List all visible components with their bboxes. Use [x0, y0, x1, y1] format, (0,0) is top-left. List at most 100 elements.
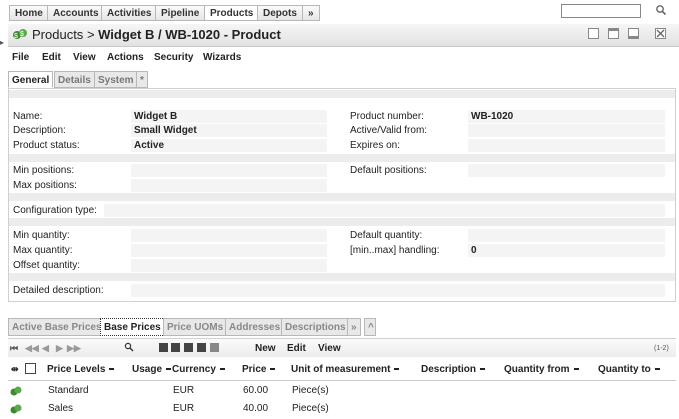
select-all-checkbox[interactable]: [25, 363, 36, 374]
new-button[interactable]: New: [255, 343, 276, 354]
nav-tab-products[interactable]: Products: [204, 5, 260, 21]
menu-wizards[interactable]: Wizards: [203, 52, 241, 63]
prev-page-icon[interactable]: ◀: [42, 343, 49, 354]
product-number-value[interactable]: WB-1020: [471, 111, 513, 122]
min-positions-field[interactable]: [131, 164, 327, 177]
max-positions-field[interactable]: [131, 179, 327, 192]
detailed-desc-label: Detailed description:: [13, 285, 104, 296]
cell-currency: EUR: [173, 403, 195, 414]
minmax-handling-label: [min..max] handling:: [350, 245, 440, 256]
name-value[interactable]: Widget B: [134, 111, 177, 122]
col-quantity-to[interactable]: Quantity to: [598, 364, 660, 375]
col-description[interactable]: Description: [421, 364, 486, 375]
view-button[interactable]: View: [318, 343, 341, 354]
max-positions-label: Max positions:: [13, 180, 77, 191]
price-level-icon: [10, 404, 22, 414]
maximize-window-icon[interactable]: [608, 28, 619, 39]
config-type-field[interactable]: [104, 204, 665, 217]
breadcrumb-separator: >: [86, 27, 95, 42]
max-qty-field[interactable]: [131, 244, 327, 257]
product-icon: $ $: [13, 29, 27, 40]
clear-filter-icon[interactable]: [159, 343, 168, 352]
minimize-window-icon[interactable]: [628, 28, 639, 39]
form-band: [9, 273, 675, 281]
tab-addresses[interactable]: Addresses: [225, 318, 285, 336]
min-qty-label: Min quantity:: [13, 230, 70, 241]
tab-more[interactable]: *: [136, 71, 148, 88]
next-page-icon[interactable]: ▶: [56, 343, 63, 354]
prev-many-icon[interactable]: ◀◀: [25, 343, 39, 354]
form-band: [9, 154, 675, 162]
nav-tab-pipeline[interactable]: Pipeline: [155, 5, 206, 21]
tab-base-prices[interactable]: Base Prices: [100, 318, 165, 336]
status-label: Product status:: [13, 140, 80, 151]
min-qty-field[interactable]: [131, 229, 327, 242]
check-icon[interactable]: [197, 343, 206, 352]
col-currency[interactable]: Currency: [172, 364, 225, 375]
valid-from-label: Active/Valid from:: [350, 125, 428, 136]
col-price[interactable]: Price: [242, 364, 276, 375]
tab-system[interactable]: System: [94, 71, 138, 88]
default-positions-field[interactable]: [468, 164, 665, 177]
form-band: [9, 193, 675, 201]
nav-tab-depots[interactable]: Depots: [257, 5, 303, 21]
detailed-desc-field[interactable]: [131, 284, 665, 297]
tab-general[interactable]: General: [8, 71, 54, 88]
bottom-tabs-more[interactable]: »: [347, 318, 361, 336]
search-icon[interactable]: [124, 342, 134, 352]
offset-qty-field[interactable]: [131, 259, 327, 272]
restore-window-icon[interactable]: [588, 28, 599, 39]
cell-price: 40.00: [243, 403, 269, 414]
nav-tab-home[interactable]: Home: [9, 5, 49, 21]
col-uom[interactable]: Unit of measurement: [291, 364, 400, 375]
expires-field[interactable]: [468, 139, 665, 152]
status-value[interactable]: Active: [134, 140, 164, 151]
cell-uom: Piece(s): [292, 385, 329, 396]
menu-security[interactable]: Security: [154, 52, 193, 63]
max-qty-label: Max quantity:: [13, 245, 73, 256]
bottom-tabs-collapse[interactable]: ^: [364, 318, 376, 336]
tab-price-uoms[interactable]: Price UOMs: [163, 318, 228, 336]
table-row[interactable]: Standard EUR 60.00 Piece(s): [8, 382, 676, 400]
svg-text:$: $: [14, 33, 18, 40]
description-value[interactable]: Small Widget: [134, 125, 197, 136]
breadcrumb-root[interactable]: Products: [32, 27, 83, 42]
column-resize-icon[interactable]: ⇹: [11, 364, 19, 375]
nav-tab-activities[interactable]: Activities: [101, 5, 158, 21]
page-header: $ $ Products > Widget B / WB-1020 - Produ…: [8, 24, 679, 47]
tab-active-base-prices[interactable]: Active Base Prices: [8, 318, 106, 336]
table-row[interactable]: Sales EUR 40.00 Piece(s): [8, 400, 676, 418]
list-icon[interactable]: [210, 343, 219, 352]
default-qty-field[interactable]: [468, 229, 665, 242]
name-label: Name:: [13, 111, 43, 122]
tab-descriptions[interactable]: Descriptions: [281, 318, 350, 336]
minmax-handling-value[interactable]: 0: [471, 245, 477, 256]
first-page-icon[interactable]: ⏮: [10, 343, 18, 354]
menu-view[interactable]: View: [73, 52, 96, 63]
tab-details[interactable]: Details: [54, 71, 95, 88]
config-type-label: Configuration type:: [13, 205, 97, 216]
col-usage[interactable]: Usage: [132, 364, 172, 375]
col-quantity-from[interactable]: Quantity from: [504, 364, 579, 375]
valid-from-field[interactable]: [468, 124, 665, 137]
cell-price-level: Standard: [48, 385, 89, 396]
min-positions-label: Min positions:: [13, 165, 75, 176]
menu-file[interactable]: File: [12, 52, 29, 63]
edit-button[interactable]: Edit: [287, 343, 306, 354]
search-input[interactable]: [561, 4, 641, 18]
next-many-icon[interactable]: ▶▶: [67, 343, 81, 354]
collapse-arrow-icon[interactable]: ▸: [0, 38, 4, 47]
column-chooser-icon[interactable]: [171, 343, 180, 352]
cell-uom: Piece(s): [292, 403, 329, 414]
nav-tab-accounts[interactable]: Accounts: [47, 5, 105, 21]
menu-actions[interactable]: Actions: [107, 52, 144, 63]
col-price-levels[interactable]: Price Levels: [47, 364, 115, 375]
nav-more-button[interactable]: »: [302, 5, 320, 21]
close-icon[interactable]: [655, 28, 666, 39]
cell-currency: EUR: [173, 385, 195, 396]
menu-edit[interactable]: Edit: [42, 52, 61, 63]
record-title: Widget B / WB-1020 - Product: [98, 27, 281, 42]
select-all-icon[interactable]: [184, 343, 193, 352]
grid-header: ⇹ Price Levels Usage Currency Price Unit…: [8, 360, 676, 381]
search-icon[interactable]: [655, 4, 667, 16]
